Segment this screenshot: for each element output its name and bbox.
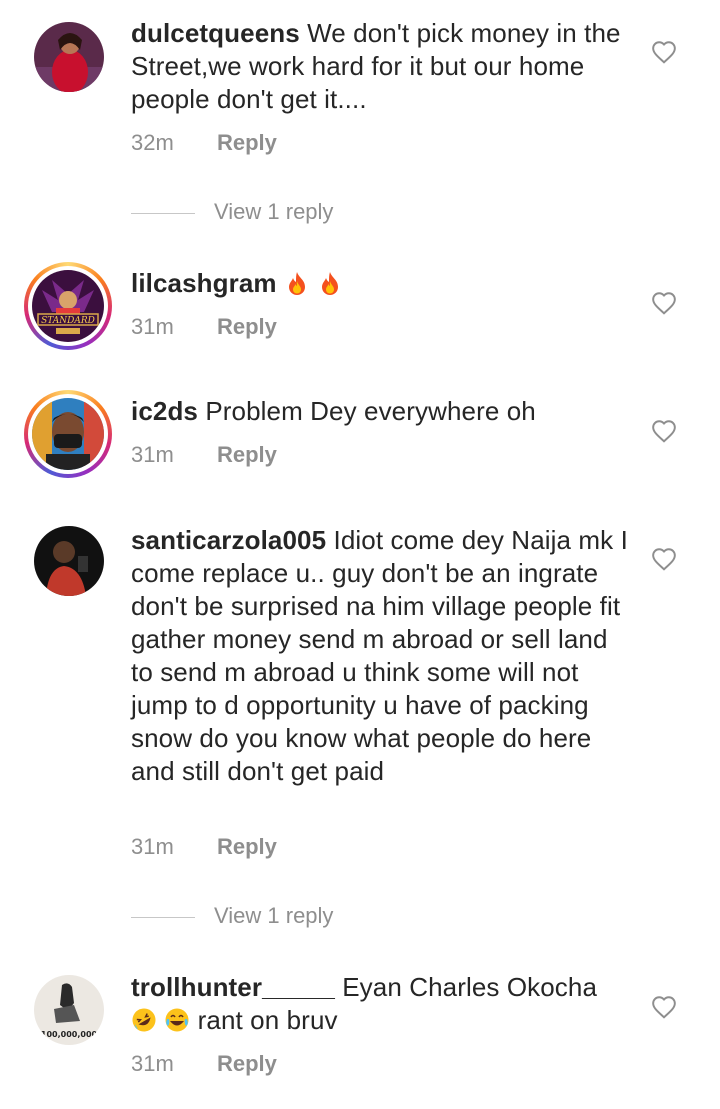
comment-text: lilcashgram bbox=[131, 267, 636, 300]
comment-text: dulcetqueens We don't pick money in the … bbox=[131, 17, 636, 116]
view-replies-label[interactable]: View 1 reply bbox=[214, 199, 333, 224]
view-replies-label[interactable]: View 1 reply bbox=[214, 903, 333, 928]
reply-button[interactable]: Reply bbox=[217, 442, 277, 467]
username[interactable]: dulcetqueens bbox=[131, 18, 300, 48]
avatar-ring-gap: STANDARD bbox=[28, 266, 108, 346]
avatar[interactable]: STANDARD bbox=[24, 262, 112, 350]
comment-meta: 32m Reply bbox=[131, 130, 277, 156]
comment-meta: 31m Reply bbox=[131, 314, 277, 340]
avatar-caption: 100,000,000 bbox=[41, 1030, 98, 1039]
tears-of-joy-emoji bbox=[165, 1008, 189, 1032]
timestamp: 31m bbox=[131, 1051, 174, 1076]
avatar-image: 100,000,000 bbox=[34, 975, 104, 1045]
divider-line bbox=[131, 916, 195, 918]
username[interactable]: trollhunter_____ bbox=[131, 972, 335, 1002]
comment-body: Problem Dey everywhere oh bbox=[205, 396, 536, 426]
timestamp: 32m bbox=[131, 130, 174, 155]
comment-meta: 31m Reply bbox=[131, 442, 277, 468]
heart-icon[interactable] bbox=[651, 40, 677, 64]
heart-icon[interactable] bbox=[651, 547, 677, 571]
comment-text: santicarzola005 Idiot come dey Naija mk … bbox=[131, 524, 636, 788]
timestamp: 31m bbox=[131, 314, 174, 339]
avatar-image bbox=[34, 22, 104, 92]
view-replies-button[interactable]: View 1 reply bbox=[131, 903, 333, 929]
avatar-ring-gap bbox=[28, 394, 108, 474]
comment-text: ic2ds Problem Dey everywhere oh bbox=[131, 395, 636, 428]
comment-meta: 31m Reply bbox=[131, 834, 277, 860]
heart-icon[interactable] bbox=[651, 419, 677, 443]
username[interactable]: santicarzola005 bbox=[131, 525, 326, 555]
reply-button[interactable]: Reply bbox=[217, 1051, 277, 1076]
timestamp: 31m bbox=[131, 834, 174, 859]
avatar[interactable] bbox=[24, 390, 112, 478]
avatar[interactable] bbox=[34, 22, 104, 92]
username[interactable]: ic2ds bbox=[131, 396, 198, 426]
comment-body-continued: rant on bruv bbox=[197, 1005, 338, 1035]
reply-button[interactable]: Reply bbox=[217, 834, 277, 859]
avatar-ring-text: STANDARD bbox=[41, 316, 95, 326]
comment-text: trollhunter_____ Eyan Charles Okocha ran… bbox=[131, 971, 636, 1037]
view-replies-button[interactable]: View 1 reply bbox=[131, 199, 333, 225]
username[interactable]: lilcashgram bbox=[131, 268, 277, 298]
avatar-image: STANDARD bbox=[32, 270, 104, 342]
rolling-laughing-emoji bbox=[132, 1008, 156, 1032]
divider-line bbox=[131, 212, 195, 214]
avatar-image bbox=[32, 398, 104, 470]
heart-icon[interactable] bbox=[651, 995, 677, 1019]
comment-body: Idiot come dey Naija mk I come replace u… bbox=[131, 525, 628, 786]
timestamp: 31m bbox=[131, 442, 174, 467]
comment-body: Eyan Charles Okocha bbox=[342, 972, 598, 1002]
reply-button[interactable]: Reply bbox=[217, 130, 277, 155]
avatar[interactable] bbox=[34, 526, 104, 596]
heart-icon[interactable] bbox=[651, 291, 677, 315]
avatar-image bbox=[34, 526, 104, 596]
avatar[interactable]: 100,000,000 bbox=[34, 975, 104, 1045]
reply-button[interactable]: Reply bbox=[217, 314, 277, 339]
comment-meta: 31m Reply bbox=[131, 1051, 277, 1077]
fire-emoji bbox=[288, 272, 305, 295]
fire-emoji bbox=[322, 272, 339, 295]
